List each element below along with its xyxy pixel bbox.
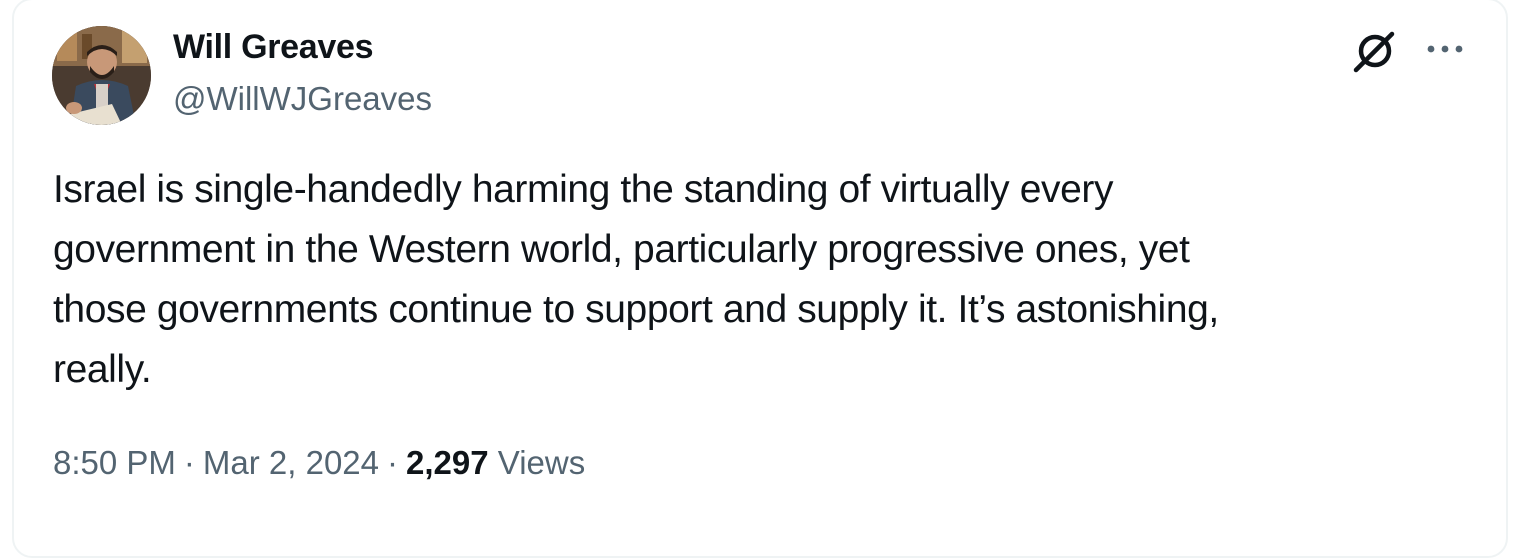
tweet-text-line: Israel is single-handedly harming the st… [53,168,1114,211]
separator: · [387,444,399,481]
avatar[interactable] [52,26,151,125]
avatar-image [52,26,151,125]
author-handle[interactable]: @WillWJGreaves [173,80,432,118]
tweet-text-line: really. [53,348,152,391]
views-count: 2,297 [406,444,489,481]
tweet-text-line: those governments continue to support an… [53,288,1219,331]
tweet-time[interactable]: 8:50 PM [53,444,176,481]
grok-icon[interactable] [1352,28,1398,74]
tweet-date[interactable]: Mar 2, 2024 [203,444,379,481]
tweet-text-line: government in the Western world, particu… [53,228,1190,271]
tweet-meta: 8:50 PM · Mar 2, 2024 · 2,297 Views [53,444,585,482]
more-options-icon[interactable] [1423,34,1467,64]
author-name[interactable]: Will Greaves [173,28,374,67]
separator: · [183,444,195,481]
views-label: Views [497,444,586,481]
tweet-text: Israel is single-handedly harming the st… [53,160,1453,400]
